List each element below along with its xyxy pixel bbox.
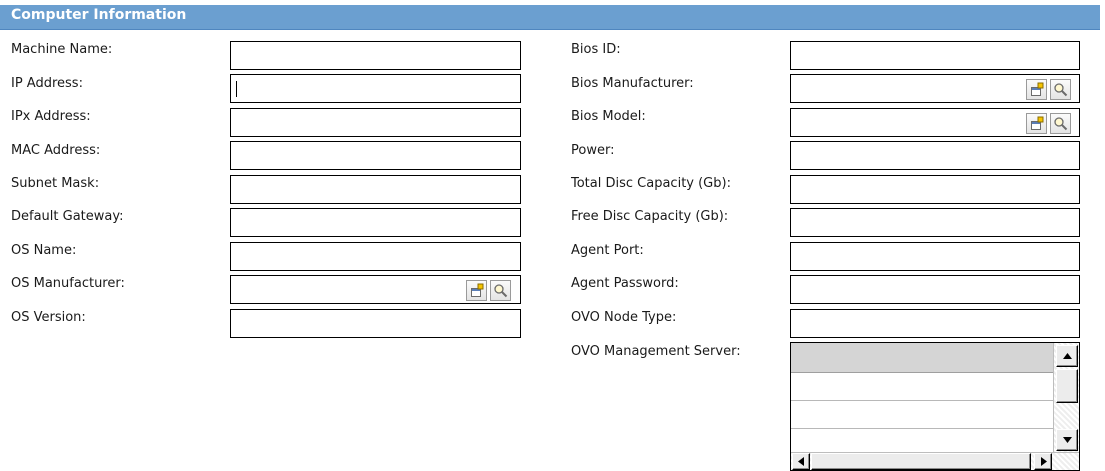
os-version-input[interactable] bbox=[231, 310, 520, 337]
power-input[interactable] bbox=[791, 142, 1079, 169]
add-new-icon bbox=[1031, 82, 1044, 96]
bios-manufacturer-input[interactable] bbox=[791, 75, 1021, 102]
bios-model-add-button[interactable] bbox=[1026, 113, 1047, 134]
bios-model-input[interactable] bbox=[791, 109, 1021, 136]
default-gateway-input[interactable] bbox=[231, 209, 520, 236]
default-gateway-label: Default Gateway: bbox=[11, 209, 124, 224]
bios-model-lookup-button[interactable] bbox=[1050, 113, 1071, 134]
bios-id-label: Bios ID: bbox=[571, 42, 621, 57]
bios-manufacturer-label: Bios Manufacturer: bbox=[571, 76, 694, 91]
vertical-scroll-thumb[interactable] bbox=[1056, 369, 1078, 403]
mac-address-label: MAC Address: bbox=[11, 143, 101, 158]
ip-address-field[interactable] bbox=[230, 74, 521, 103]
horizontal-scroll-thumb[interactable] bbox=[811, 453, 1031, 470]
ipx-address-label: IPx Address: bbox=[11, 109, 91, 124]
total-disc-capacity-input[interactable] bbox=[791, 176, 1079, 203]
list-item[interactable] bbox=[791, 405, 1053, 429]
os-manufacturer-label: OS Manufacturer: bbox=[11, 276, 125, 291]
bios-manufacturer-add-button[interactable] bbox=[1026, 79, 1047, 100]
machine-name-input[interactable] bbox=[231, 42, 520, 69]
mac-address-field[interactable] bbox=[230, 141, 521, 170]
total-disc-capacity-label: Total Disc Capacity (Gb): bbox=[571, 176, 731, 191]
subnet-mask-field[interactable] bbox=[230, 175, 521, 204]
list-item[interactable] bbox=[791, 343, 1053, 373]
os-manufacturer-input[interactable] bbox=[231, 276, 461, 303]
default-gateway-field[interactable] bbox=[230, 208, 521, 237]
arrow-up-icon bbox=[1063, 353, 1072, 359]
text-caret bbox=[236, 81, 237, 97]
ipx-address-input[interactable] bbox=[231, 109, 520, 136]
scroll-up-button[interactable] bbox=[1056, 345, 1078, 367]
bios-id-field[interactable] bbox=[790, 41, 1080, 70]
ovo-management-server-label: OVO Management Server: bbox=[571, 344, 741, 359]
horizontal-scrollbar[interactable] bbox=[791, 452, 1079, 470]
os-manufacturer-lookup-button[interactable] bbox=[490, 280, 511, 301]
total-disc-capacity-field[interactable] bbox=[790, 175, 1080, 204]
ovo-node-type-label: OVO Node Type: bbox=[571, 310, 677, 325]
power-field[interactable] bbox=[790, 141, 1080, 170]
free-disc-capacity-input[interactable] bbox=[791, 209, 1079, 236]
arrow-down-icon bbox=[1063, 437, 1072, 443]
agent-password-input[interactable] bbox=[791, 276, 1079, 303]
ovo-management-server-list[interactable] bbox=[790, 342, 1080, 471]
mac-address-input[interactable] bbox=[231, 142, 520, 169]
power-label: Power: bbox=[571, 143, 615, 158]
vertical-scrollbar[interactable] bbox=[1053, 343, 1079, 453]
section-header: Computer Information bbox=[0, 5, 1100, 30]
os-name-field[interactable] bbox=[230, 242, 521, 271]
ip-address-label: IP Address: bbox=[11, 76, 83, 91]
section-title: Computer Information bbox=[11, 7, 187, 23]
arrow-left-icon bbox=[798, 457, 804, 466]
os-manufacturer-add-button[interactable] bbox=[466, 280, 487, 301]
bios-model-label: Bios Model: bbox=[571, 109, 646, 124]
scroll-right-button[interactable] bbox=[1034, 453, 1052, 470]
os-name-label: OS Name: bbox=[11, 243, 77, 258]
machine-name-label: Machine Name: bbox=[11, 42, 113, 57]
ipx-address-field[interactable] bbox=[230, 108, 521, 137]
os-name-input[interactable] bbox=[231, 243, 520, 270]
os-version-label: OS Version: bbox=[11, 310, 86, 325]
scroll-down-button[interactable] bbox=[1056, 429, 1078, 451]
ip-address-input[interactable] bbox=[231, 75, 520, 102]
ovo-node-type-field[interactable] bbox=[790, 309, 1080, 338]
arrow-right-icon bbox=[1041, 457, 1047, 466]
magnifier-icon bbox=[494, 284, 508, 298]
agent-password-field[interactable] bbox=[790, 275, 1080, 304]
magnifier-icon bbox=[1054, 83, 1068, 97]
add-new-icon bbox=[471, 283, 484, 297]
bios-manufacturer-lookup-button[interactable] bbox=[1050, 79, 1071, 100]
bios-manufacturer-field[interactable] bbox=[790, 74, 1080, 103]
list-item[interactable] bbox=[791, 377, 1053, 401]
os-manufacturer-field[interactable] bbox=[230, 275, 521, 304]
magnifier-icon bbox=[1054, 117, 1068, 131]
machine-name-field[interactable] bbox=[230, 41, 521, 70]
scroll-left-button[interactable] bbox=[792, 453, 810, 470]
subnet-mask-input[interactable] bbox=[231, 176, 520, 203]
bios-id-input[interactable] bbox=[791, 42, 1079, 69]
ovo-node-type-input[interactable] bbox=[791, 310, 1079, 337]
free-disc-capacity-label: Free Disc Capacity (Gb): bbox=[571, 209, 729, 224]
agent-password-label: Agent Password: bbox=[571, 276, 679, 291]
free-disc-capacity-field[interactable] bbox=[790, 208, 1080, 237]
subnet-mask-label: Subnet Mask: bbox=[11, 176, 100, 191]
bios-model-field[interactable] bbox=[790, 108, 1080, 137]
agent-port-label: Agent Port: bbox=[571, 243, 644, 258]
agent-port-input[interactable] bbox=[791, 243, 1079, 270]
agent-port-field[interactable] bbox=[790, 242, 1080, 271]
add-new-icon bbox=[1031, 116, 1044, 130]
os-version-field[interactable] bbox=[230, 309, 521, 338]
